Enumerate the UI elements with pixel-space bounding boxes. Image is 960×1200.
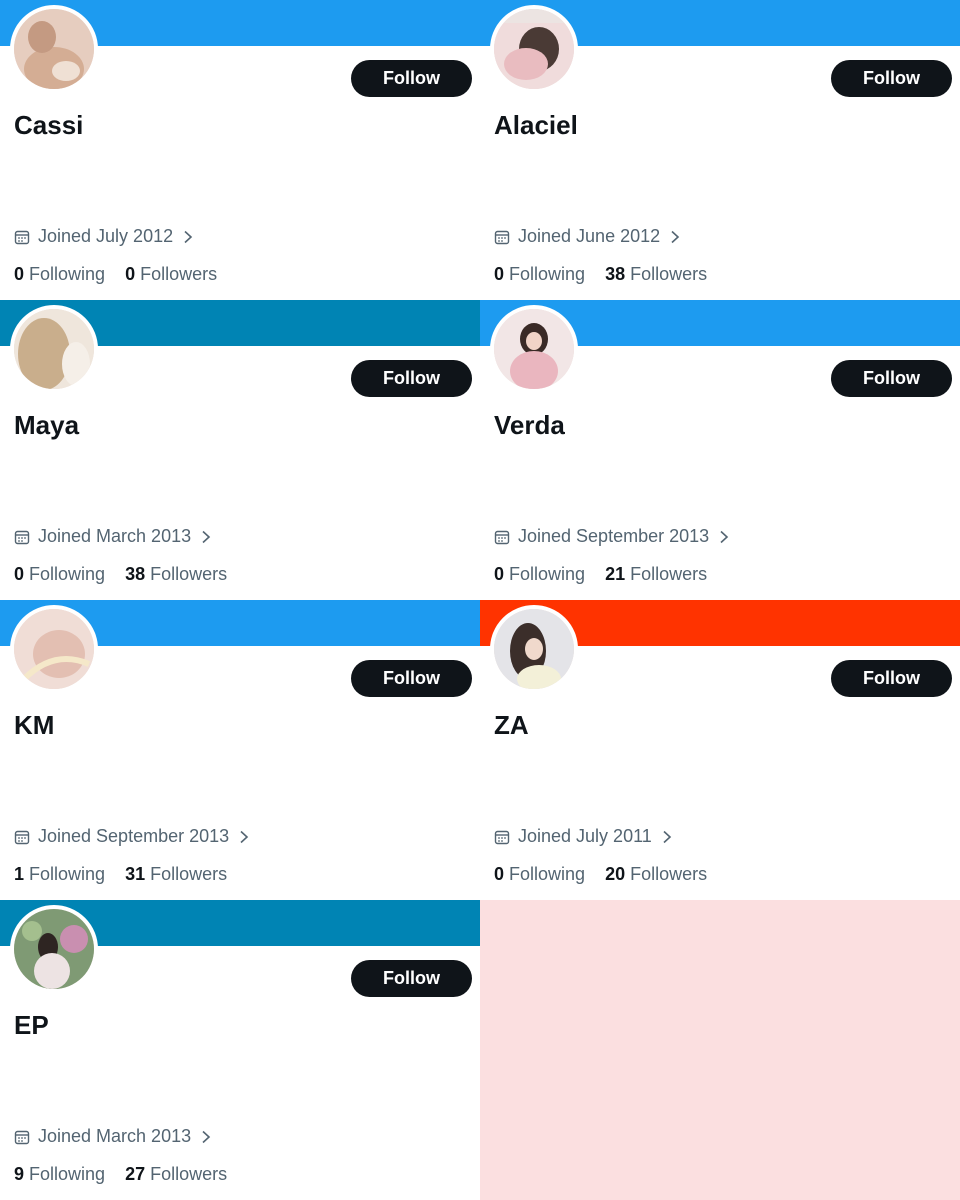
follow-stats: 0 Following 21 Followers [494,564,727,585]
followers-count[interactable]: 0 Followers [125,264,217,285]
followers-count[interactable]: 38 Followers [125,564,227,585]
joined-text: Joined July 2012 [38,226,174,246]
avatar[interactable] [490,605,578,693]
joined-text: Joined September 2013 [38,826,230,846]
followers-count[interactable]: 20 Followers [605,864,707,885]
follow-button[interactable]: Follow [351,960,472,997]
joined-date[interactable]: Joined September 2013 [494,526,729,547]
calendar-icon [494,829,510,845]
joined-text: Joined March 2013 [38,526,192,546]
chevron-right-icon [201,1130,211,1144]
chevron-right-icon [183,230,193,244]
chevron-right-icon [201,530,211,544]
following-count[interactable]: 1 Following [14,864,105,885]
follow-stats: 0 Following 38 Followers [494,264,727,285]
joined-text: Joined March 2013 [38,1126,192,1146]
chevron-right-icon [239,830,249,844]
following-count[interactable]: 0 Following [494,564,585,585]
follow-stats: 0 Following 38 Followers [14,564,247,585]
avatar[interactable] [10,605,98,693]
profile-card-maya: Follow Maya Joined March 2013 0 Followin… [0,300,480,600]
calendar-icon [494,229,510,245]
following-count[interactable]: 9 Following [14,1164,105,1185]
following-count[interactable]: 0 Following [14,264,105,285]
follow-button[interactable]: Follow [831,360,952,397]
followers-count[interactable]: 27 Followers [125,1164,227,1185]
follow-stats: 1 Following 31 Followers [14,864,247,885]
avatar[interactable] [10,905,98,993]
follow-stats: 0 Following 20 Followers [494,864,727,885]
follow-button[interactable]: Follow [351,660,472,697]
calendar-icon [14,1129,30,1145]
joined-date[interactable]: Joined March 2013 [14,526,211,547]
display-name: Verda [494,410,565,440]
joined-date[interactable]: Joined March 2013 [14,1126,211,1147]
profile-card-km: Follow KM Joined September 2013 1 Follow… [0,600,480,900]
avatar[interactable] [10,305,98,393]
profile-card-verda: Follow Verda Joined September 2013 0 Fol… [480,300,960,600]
joined-text: Joined September 2013 [518,526,710,546]
joined-date[interactable]: Joined July 2011 [494,826,672,847]
avatar[interactable] [490,305,578,393]
display-name: Cassi [14,110,84,140]
profile-card-cassi: Follow Cassi Joined July 2012 0 Followin… [0,0,480,300]
follow-stats: 9 Following 27 Followers [14,1164,247,1185]
display-name: ZA [494,710,529,740]
calendar-icon [14,529,30,545]
chevron-right-icon [670,230,680,244]
profile-card-ep: Follow EP Joined March 2013 9 Following … [0,900,480,1200]
display-name: Maya [14,410,80,440]
profile-card-za: Follow ZA Joined July 2011 0 Following 2… [480,600,960,900]
avatar[interactable] [490,5,578,93]
joined-date[interactable]: Joined June 2012 [494,226,680,247]
calendar-icon [14,829,30,845]
chevron-right-icon [662,830,672,844]
followers-count[interactable]: 31 Followers [125,864,227,885]
joined-date[interactable]: Joined July 2012 [14,226,193,247]
joined-text: Joined July 2011 [518,826,652,846]
avatar[interactable] [10,5,98,93]
chevron-right-icon [719,530,729,544]
display-name: EP [14,1010,49,1040]
profile-card-alaciel: Follow Alaciel Joined June 2012 0 Follow… [480,0,960,300]
follow-button[interactable]: Follow [831,660,952,697]
display-name: KM [14,710,55,740]
follow-button[interactable]: Follow [351,360,472,397]
followers-count[interactable]: 21 Followers [605,564,707,585]
follow-button[interactable]: Follow [351,60,472,97]
joined-date[interactable]: Joined September 2013 [14,826,249,847]
empty-panel [480,900,960,1200]
display-name: Alaciel [494,110,578,140]
joined-text: Joined June 2012 [518,226,661,246]
following-count[interactable]: 0 Following [494,864,585,885]
follow-stats: 0 Following 0 Followers [14,264,237,285]
following-count[interactable]: 0 Following [494,264,585,285]
following-count[interactable]: 0 Following [14,564,105,585]
follow-button[interactable]: Follow [831,60,952,97]
calendar-icon [14,229,30,245]
followers-count[interactable]: 38 Followers [605,264,707,285]
calendar-icon [494,529,510,545]
